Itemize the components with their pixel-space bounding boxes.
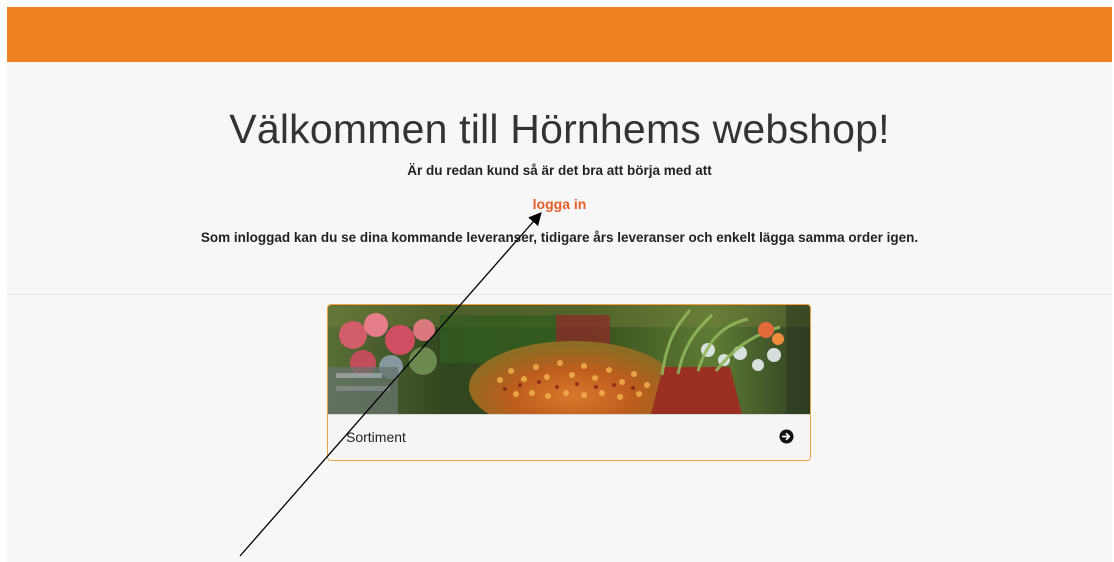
page-frame: Välkommen till Hörnhems webshop! Är du r… [7, 7, 1112, 562]
welcome-section: Välkommen till Hörnhems webshop! Är du r… [7, 62, 1112, 295]
top-orange-header [7, 7, 1112, 62]
flower-arrangement-photo [328, 305, 810, 414]
login-link-wrapper: logga in [7, 196, 1112, 212]
existing-customer-text: Är du redan kund så är det bra att börja… [407, 163, 712, 178]
logged-in-benefits-text: Som inloggad kan du se dina kommande lev… [200, 230, 919, 245]
arrow-circle-right-icon [779, 429, 794, 444]
product-assortment-card[interactable]: Sortiment [327, 304, 811, 461]
card-footer[interactable]: Sortiment [328, 414, 810, 460]
page-title: Välkommen till Hörnhems webshop! [229, 106, 890, 152]
assortment-label: Sortiment [346, 429, 406, 445]
login-link[interactable]: logga in [533, 196, 587, 212]
